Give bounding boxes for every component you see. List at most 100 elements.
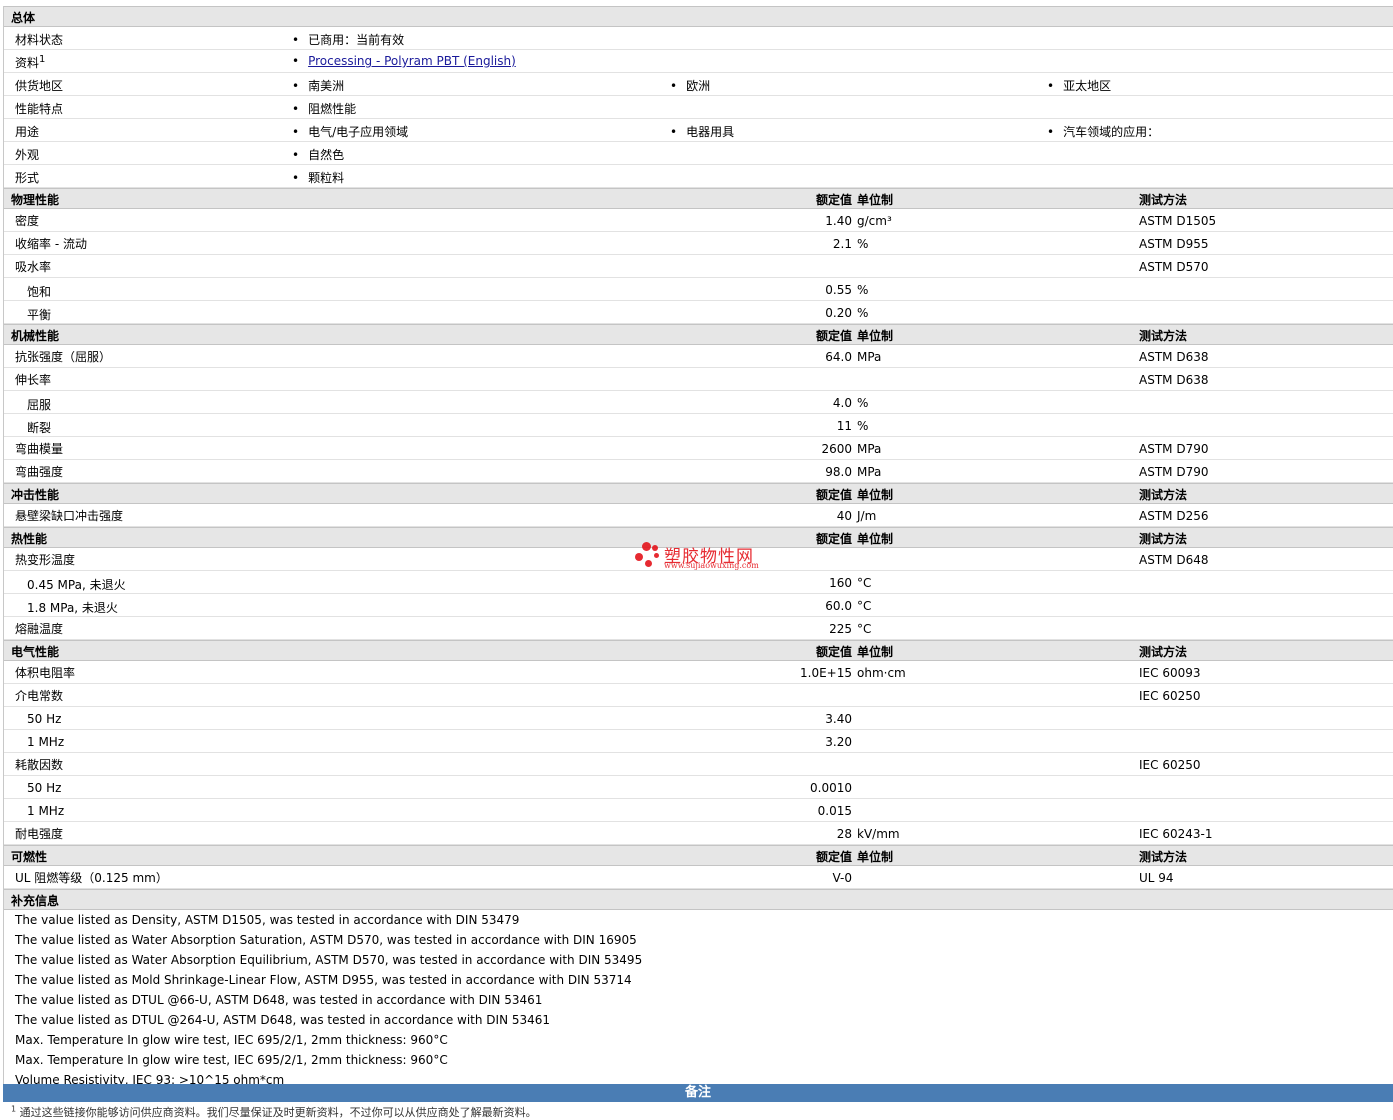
property-label: 饱和: [27, 285, 52, 299]
property-row: 体积电阻率 1.0E+15 ohm·cm IEC 60093: [4, 661, 1393, 684]
property-row: 断裂 11%: [4, 414, 1393, 437]
unit-column-header: 单位制: [857, 532, 894, 546]
property-label: 1 MHz: [27, 735, 65, 749]
property-test-method: ASTM D570: [1139, 260, 1209, 274]
property-row: 弯曲模量 2600 MPa ASTM D790: [4, 437, 1393, 460]
property-row: 饱和 0.55%: [4, 278, 1393, 301]
property-label: 1 MHz: [27, 804, 65, 818]
property-row: UL 阻燃等级（0.125 mm） V-0 UL 94: [4, 866, 1393, 889]
property-label: 热变形温度: [15, 553, 76, 567]
note-row: The value listed as Water Absorption Sat…: [4, 930, 1393, 950]
property-row: 50 Hz 3.40: [4, 707, 1393, 730]
footnote-text: 通过这些链接你能够访问供应商资料。我们尽量保证及时更新资料，不过你可以从供应商处…: [19, 1106, 537, 1119]
general-label-text: 资料: [15, 56, 40, 70]
general-value: 欧洲: [686, 79, 711, 93]
general-value-item: • 南美洲: [292, 77, 344, 94]
general-value-item: • 汽车领域的应用：: [1047, 123, 1159, 140]
general-label-wrap: 用途: [15, 123, 39, 140]
property-row: 抗张强度（屈服） 64.0 MPa ASTM D638: [4, 345, 1393, 368]
property-test-method: UL 94: [1139, 871, 1174, 885]
property-test-method: IEC 60093: [1139, 666, 1201, 680]
property-value: 0.0010: [810, 781, 852, 795]
remarks-banner: 备注: [3, 1084, 1393, 1102]
property-row: 耗散因数 IEC 60250: [4, 753, 1393, 776]
property-test-method: IEC 60243-1: [1139, 827, 1213, 841]
bullet-icon: •: [670, 125, 678, 139]
bullet-icon: •: [292, 171, 300, 185]
general-value: 南美洲: [308, 79, 345, 93]
property-value: 3.20: [825, 735, 852, 749]
property-row: 弯曲强度 98.0 MPa ASTM D790: [4, 460, 1393, 483]
note-row: Max. Temperature In glow wire test, IEC …: [4, 1050, 1393, 1070]
note-row: The value listed as DTUL @264-U, ASTM D6…: [4, 1010, 1393, 1030]
property-unit: °C: [857, 622, 872, 636]
property-label: 50 Hz: [27, 781, 62, 795]
section-header: 物理性能 额定值 单位制 测试方法: [4, 188, 1393, 209]
note-row: The value listed as Water Absorption Equ…: [4, 950, 1393, 970]
note-text: The value listed as DTUL @264-U, ASTM D6…: [15, 1013, 551, 1027]
general-value-item: • 电器用具: [670, 123, 734, 140]
bullet-icon: •: [292, 148, 300, 162]
section-header-general: 总体: [4, 6, 1393, 27]
test-column-header: 测试方法: [1139, 850, 1188, 864]
section-title: 冲击性能: [11, 488, 60, 502]
footnote-number: 1: [11, 1104, 17, 1114]
section-title: 补充信息: [11, 894, 60, 908]
test-column-header: 测试方法: [1139, 532, 1188, 546]
property-value: 1.0E+15: [800, 666, 852, 680]
property-label: UL 阻燃等级（0.125 mm）: [15, 871, 168, 885]
section-title: 可燃性: [11, 850, 48, 864]
test-column-header: 测试方法: [1139, 645, 1188, 659]
general-value: 电气/电子应用领域: [308, 125, 409, 139]
property-test-method: ASTM D638: [1139, 373, 1209, 387]
property-value: 4.0: [832, 396, 852, 410]
bullet-icon: •: [292, 33, 300, 47]
general-row: 性能特点 • 阻燃性能: [4, 96, 1393, 119]
property-label: 屈服: [27, 398, 52, 412]
property-test-method: ASTM D638: [1139, 350, 1209, 364]
property-value: 2.1: [832, 237, 852, 251]
property-label: 收缩率 - 流动: [15, 237, 87, 251]
section-title: 总体: [11, 11, 36, 25]
note-row: The value listed as Density, ASTM D1505,…: [4, 910, 1393, 930]
value-column-header: 额定值: [815, 850, 852, 864]
note-text: The value listed as Density, ASTM D1505,…: [15, 913, 520, 927]
general-value-item: • 阻燃性能: [292, 100, 356, 117]
property-test-method: ASTM D256: [1139, 509, 1209, 523]
general-value: 阻燃性能: [308, 102, 357, 116]
general-label-wrap: 性能特点: [15, 100, 63, 117]
property-value: 0.55: [825, 283, 852, 297]
footnote-marker: 1: [39, 54, 46, 65]
general-label-text: 用途: [15, 125, 40, 139]
test-column-header: 测试方法: [1139, 488, 1188, 502]
note-text: The value listed as Water Absorption Equ…: [15, 953, 643, 967]
general-label-wrap: 供货地区: [15, 77, 63, 94]
note-text: The value listed as Mold Shrinkage-Linea…: [15, 973, 632, 987]
general-label-text: 材料状态: [15, 33, 64, 47]
property-unit: %: [857, 419, 869, 433]
general-value: 汽车领域的应用：: [1063, 125, 1160, 139]
property-value: 3.40: [825, 712, 852, 726]
property-test-method: IEC 60250: [1139, 689, 1201, 703]
bullet-icon: •: [292, 54, 300, 68]
section-header: 冲击性能 额定值 单位制 测试方法: [4, 483, 1393, 504]
bullet-icon: •: [1047, 79, 1055, 93]
general-row: 形式 • 颗粒料: [4, 165, 1393, 188]
value-column-header: 额定值: [815, 488, 852, 502]
property-unit: MPa: [857, 465, 882, 479]
general-value: 自然色: [308, 148, 345, 162]
property-unit: MPa: [857, 350, 882, 364]
general-value-item: • 电气/电子应用领域: [292, 123, 408, 140]
property-label: 介电常数: [15, 689, 64, 703]
general-value: 颗粒料: [308, 171, 345, 185]
property-test-method: ASTM D790: [1139, 442, 1209, 456]
property-label: 1.8 MPa, 未退火: [27, 601, 118, 615]
general-label-wrap: 资料1: [15, 54, 45, 71]
datasheet-link[interactable]: Processing - Polyram PBT (English): [308, 54, 516, 68]
general-row: 资料1 • Processing - Polyram PBT (English): [4, 50, 1393, 73]
unit-column-header: 单位制: [857, 329, 894, 343]
property-label: 吸水率: [15, 260, 52, 274]
unit-column-header: 单位制: [857, 488, 894, 502]
value-column-header: 额定值: [815, 193, 852, 207]
property-label: 体积电阻率: [15, 666, 76, 680]
